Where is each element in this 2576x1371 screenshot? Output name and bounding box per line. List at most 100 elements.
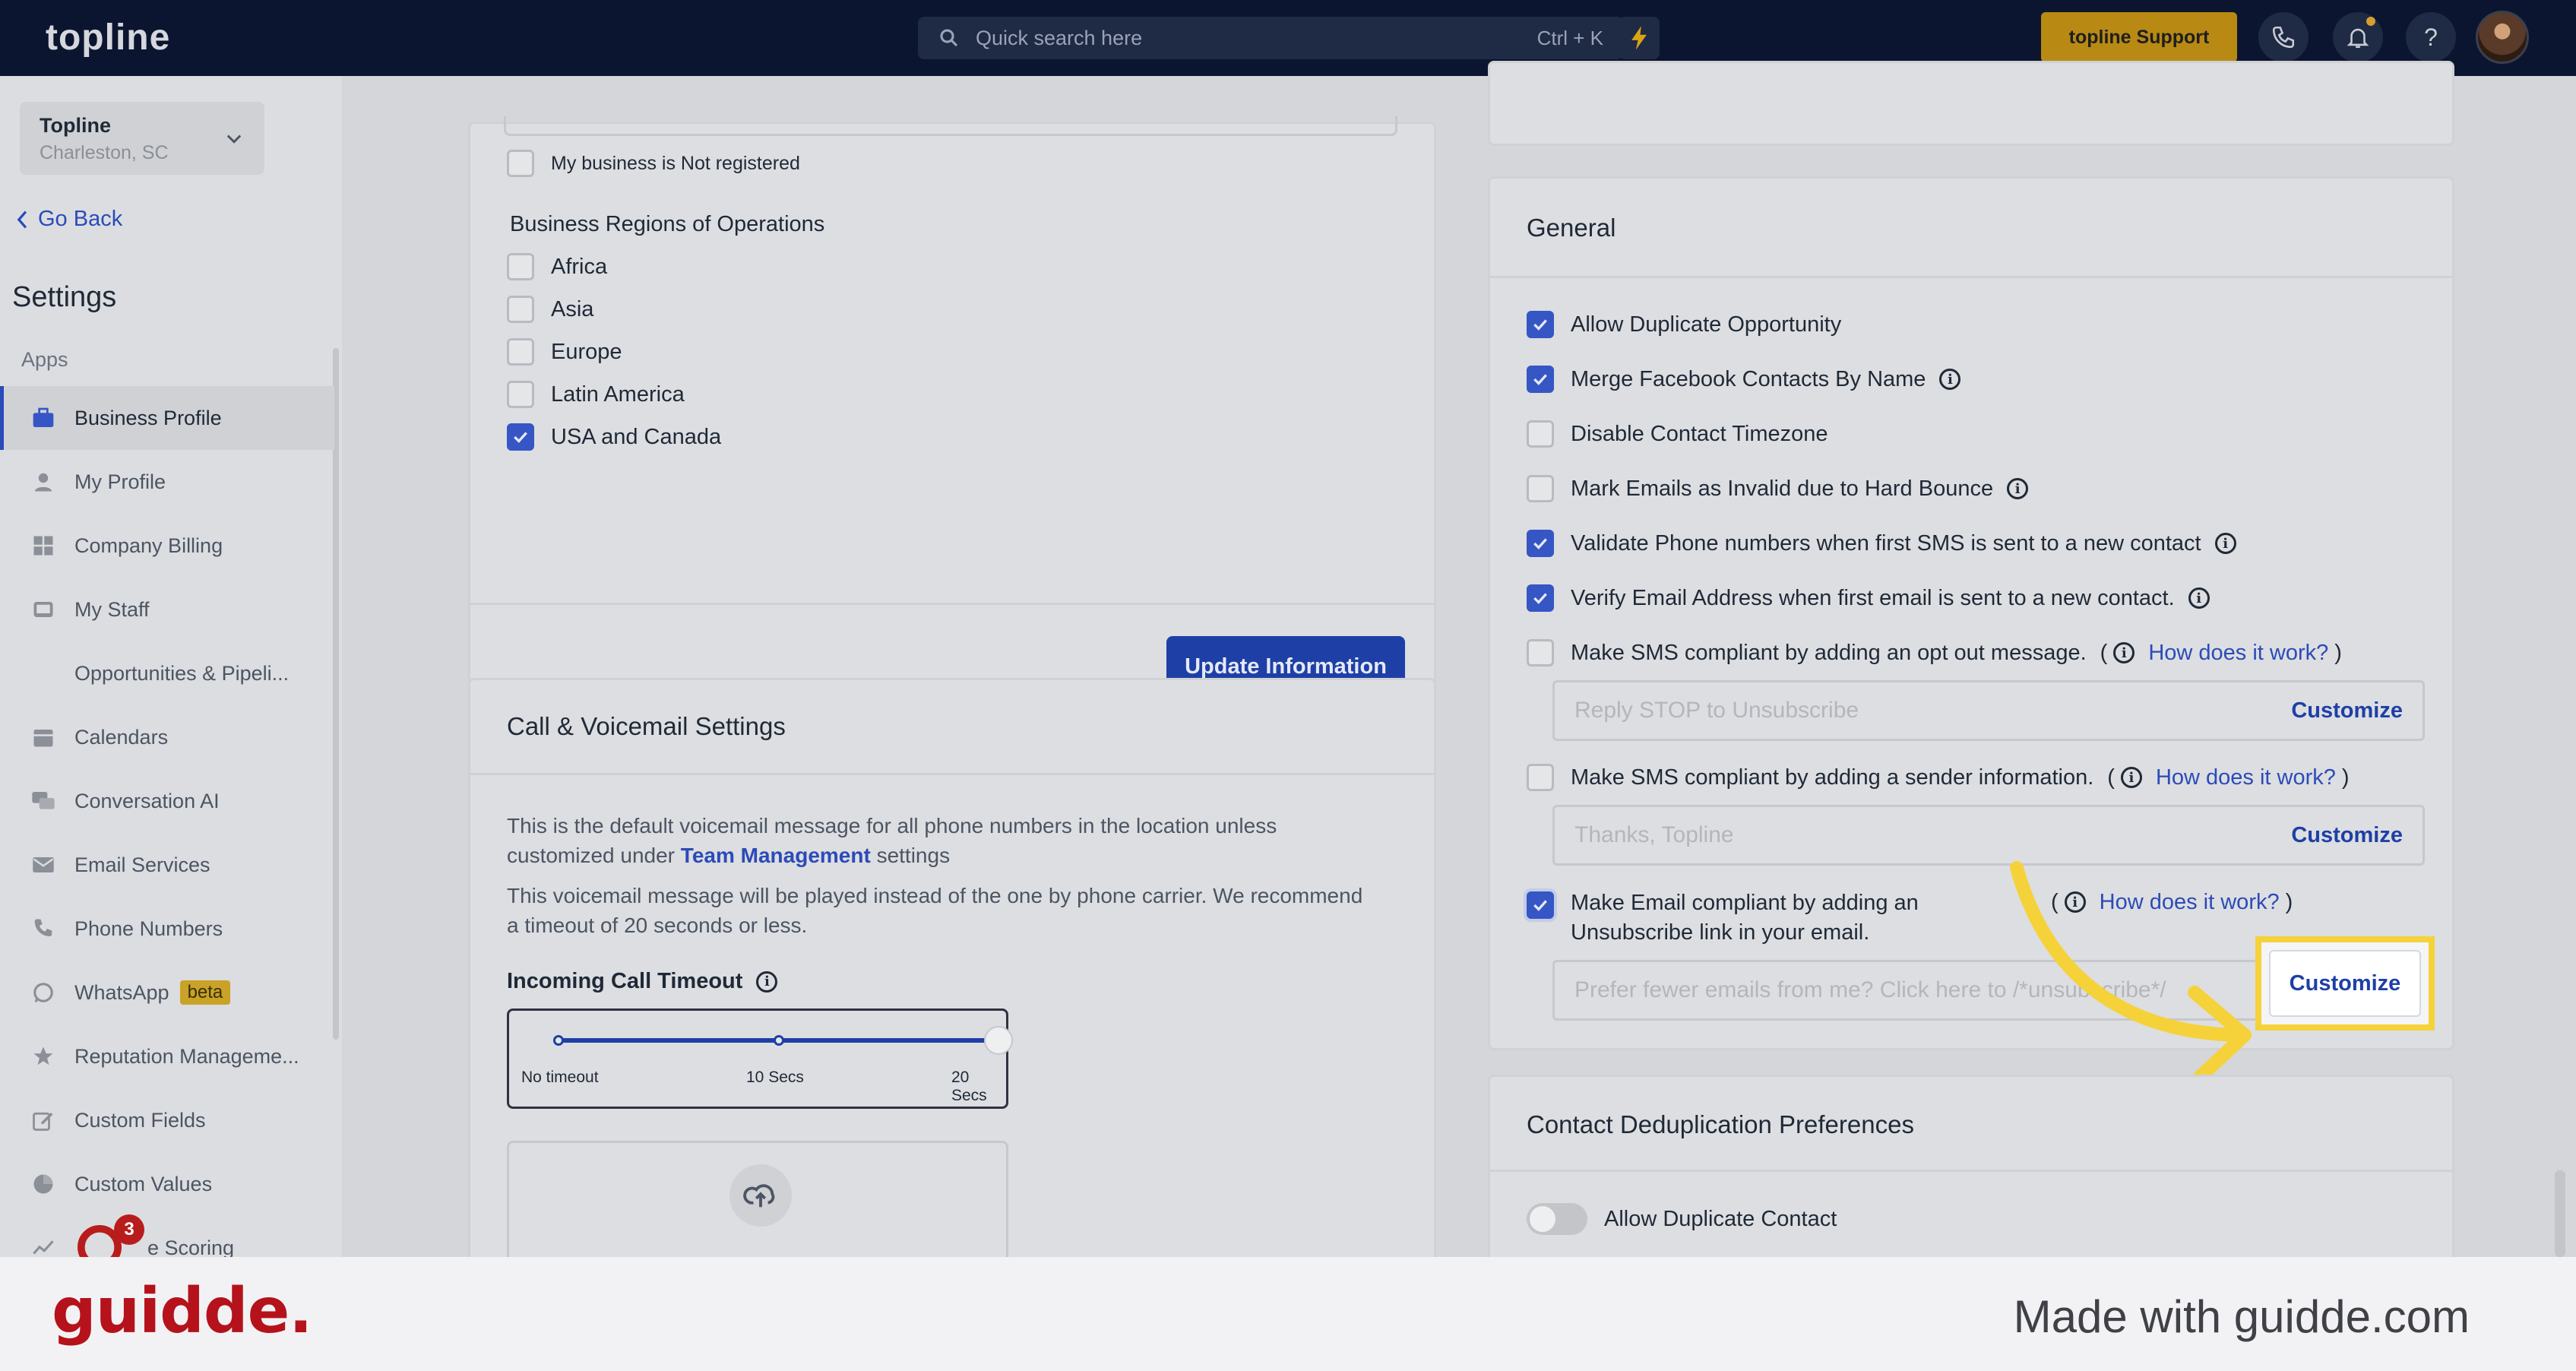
- check-icon: [1533, 374, 1547, 385]
- info-icon[interactable]: i: [756, 970, 778, 993]
- validate-phone-numbers[interactable]: Validate Phone numbers when first SMS is…: [1527, 530, 2236, 557]
- checkbox[interactable]: [507, 150, 534, 177]
- checkbox-checked[interactable]: [1527, 366, 1554, 393]
- phone-button[interactable]: [2258, 12, 2309, 62]
- go-back-link[interactable]: Go Back: [15, 207, 122, 232]
- location-switcher[interactable]: Topline Charleston, SC: [20, 102, 264, 175]
- check-icon: [1533, 319, 1547, 331]
- info-icon[interactable]: i: [1939, 369, 1961, 390]
- checkbox[interactable]: [507, 253, 534, 280]
- sidebar-item-conversation-ai[interactable]: Conversation AI: [0, 769, 334, 833]
- search-icon: [940, 29, 958, 47]
- sidebar-item-label: WhatsApp: [74, 980, 169, 1004]
- region-asia[interactable]: Asia: [507, 296, 593, 323]
- merge-facebook-contacts[interactable]: Merge Facebook Contacts By Name i: [1527, 366, 1961, 393]
- info-icon[interactable]: i: [2113, 642, 2135, 663]
- disable-contact-timezone[interactable]: Disable Contact Timezone: [1527, 420, 1828, 448]
- customize-email-button[interactable]: Customize: [2269, 950, 2421, 1017]
- how-does-it-work-link[interactable]: How does it work?: [2156, 765, 2336, 790]
- sidebar-item-email-services[interactable]: Email Services: [0, 833, 334, 897]
- customize-sender-button[interactable]: Customize: [2291, 823, 2403, 848]
- sms-optout-input[interactable]: Reply STOP to Unsubscribe Customize: [1552, 680, 2425, 741]
- checkbox[interactable]: [507, 381, 534, 408]
- info-icon[interactable]: i: [2120, 767, 2142, 788]
- region-latin-america[interactable]: Latin America: [507, 381, 685, 408]
- region-europe[interactable]: Europe: [507, 338, 622, 366]
- checkbox[interactable]: [1527, 420, 1554, 448]
- checkbox-checked[interactable]: [1527, 584, 1554, 612]
- location-name: Topline: [40, 114, 111, 137]
- checkbox[interactable]: [507, 296, 534, 323]
- sidebar-item-company-billing[interactable]: Company Billing: [0, 514, 334, 578]
- notifications-button[interactable]: [2333, 12, 2383, 62]
- customize-highlight-frame: Customize: [2255, 936, 2435, 1031]
- checkbox[interactable]: [1527, 764, 1554, 791]
- whatsapp-icon: [30, 980, 56, 1005]
- label-text: Incoming Call Timeout: [507, 969, 743, 993]
- slider-stop[interactable]: [553, 1035, 564, 1046]
- support-button[interactable]: topline Support: [2041, 12, 2237, 62]
- previous-input-field[interactable]: [504, 116, 1397, 136]
- sidebar-item-custom-values[interactable]: Custom Values: [0, 1152, 334, 1216]
- general-title: General: [1527, 214, 1616, 242]
- team-management-link[interactable]: Team Management: [681, 844, 871, 867]
- sms-sender-option[interactable]: Make SMS compliant by adding a sender in…: [1527, 764, 2350, 791]
- sidebar-item-opportunities[interactable]: Opportunities & Pipeli...: [0, 641, 334, 705]
- person-icon: [30, 469, 56, 495]
- made-with-text: Made with guidde.com: [2013, 1291, 2470, 1342]
- call-voicemail-card: Call & Voicemail Settings This is the de…: [468, 678, 1436, 1278]
- checkbox[interactable]: [1527, 475, 1554, 502]
- verify-email-address[interactable]: Verify Email Address when first email is…: [1527, 584, 2210, 612]
- region-africa[interactable]: Africa: [507, 253, 607, 280]
- allow-duplicate-contact-toggle[interactable]: Allow Duplicate Contact: [1527, 1203, 1837, 1235]
- sms-sender-input[interactable]: Thanks, Topline Customize: [1552, 805, 2425, 866]
- checkbox[interactable]: [507, 338, 534, 366]
- guidde-footer: guidde. Made with guidde.com: [0, 1257, 2576, 1371]
- checkbox-label: Asia: [551, 296, 594, 321]
- help-button[interactable]: ?: [2406, 12, 2456, 62]
- sidebar-item-custom-fields[interactable]: Custom Fields: [0, 1088, 334, 1152]
- checkbox-label: Merge Facebook Contacts By Name: [1571, 366, 1926, 391]
- checkbox[interactable]: [1527, 639, 1554, 667]
- slider-label: No timeout: [521, 1069, 599, 1086]
- sidebar-item-phone-numbers[interactable]: Phone Numbers: [0, 897, 334, 961]
- checkbox-checked[interactable]: [507, 423, 534, 451]
- info-icon[interactable]: i: [2007, 478, 2029, 499]
- staff-icon: [30, 597, 56, 622]
- sidebar-item-reputation[interactable]: Reputation Manageme...: [0, 1024, 334, 1088]
- customize-optout-button[interactable]: Customize: [2291, 698, 2403, 723]
- info-icon[interactable]: i: [2214, 533, 2236, 554]
- quick-actions-button[interactable]: [1619, 17, 1660, 59]
- main-scrollbar[interactable]: [2555, 1170, 2565, 1257]
- checkbox-checked[interactable]: [1527, 530, 1554, 557]
- sidebar-item-my-profile[interactable]: My Profile: [0, 450, 334, 514]
- phone-icon: [2272, 26, 2295, 49]
- sidebar-item-business-profile[interactable]: Business Profile: [0, 386, 334, 450]
- not-registered-checkbox[interactable]: My business is Not registered: [507, 150, 800, 177]
- sidebar-item-label: Custom Values: [74, 1172, 213, 1195]
- sms-optout-option[interactable]: Make SMS compliant by adding an opt out …: [1527, 639, 2342, 667]
- user-avatar[interactable]: [2476, 11, 2529, 64]
- search-placeholder: Quick search here: [976, 26, 1143, 49]
- quick-search[interactable]: Quick search here Ctrl + K: [918, 17, 1623, 59]
- sidebar-item-whatsapp[interactable]: WhatsApp beta: [0, 961, 334, 1024]
- mark-emails-invalid[interactable]: Mark Emails as Invalid due to Hard Bounc…: [1527, 475, 2029, 502]
- sidebar-item-my-staff[interactable]: My Staff: [0, 578, 334, 641]
- allow-duplicate-opportunity[interactable]: Allow Duplicate Opportunity: [1527, 311, 1841, 338]
- how-does-it-work-link[interactable]: How does it work?: [2148, 641, 2328, 666]
- region-usa-canada[interactable]: USA and Canada: [507, 423, 721, 451]
- sidebar-item-calendars[interactable]: Calendars: [0, 705, 334, 769]
- checkbox-checked[interactable]: [1527, 891, 1554, 919]
- divider: [470, 773, 1434, 775]
- checkbox-checked[interactable]: [1527, 311, 1554, 338]
- voicemail-description: This is the default voicemail message fo…: [507, 811, 1373, 870]
- slider-thumb[interactable]: [984, 1026, 1013, 1055]
- checkbox-label: Allow Duplicate Opportunity: [1571, 312, 1842, 337]
- timeout-slider[interactable]: No timeout 10 Secs 20 Secs: [507, 1008, 1013, 1109]
- slider-stop[interactable]: [774, 1035, 784, 1046]
- toggle-switch[interactable]: [1527, 1203, 1587, 1235]
- upload-icon: [729, 1164, 792, 1227]
- app-logo[interactable]: topline: [46, 17, 170, 59]
- info-icon[interactable]: i: [2188, 587, 2210, 609]
- notification-dot: [2366, 17, 2375, 26]
